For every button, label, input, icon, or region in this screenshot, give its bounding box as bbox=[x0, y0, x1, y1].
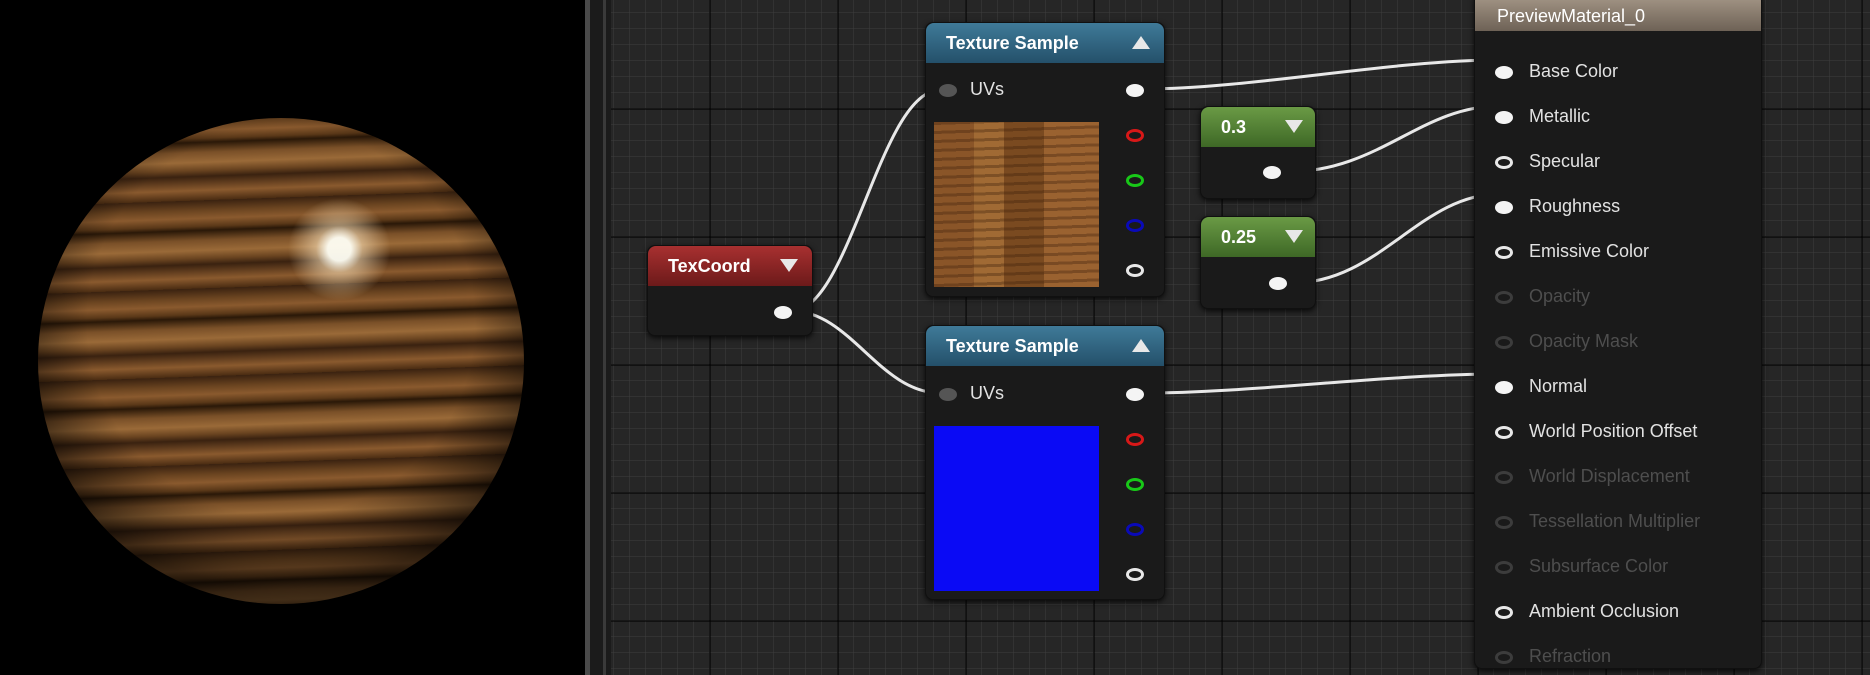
normal-texture-thumbnail bbox=[934, 426, 1099, 591]
material-input-pin[interactable] bbox=[1495, 246, 1513, 259]
rgb-output-pin[interactable] bbox=[1126, 84, 1144, 97]
node-header[interactable]: Texture Sample bbox=[926, 23, 1164, 63]
material-input-label: Roughness bbox=[1529, 196, 1621, 216]
material-input-label: Tessellation Multiplier bbox=[1529, 511, 1701, 531]
material-input-label: Subsurface Color bbox=[1529, 556, 1669, 576]
material-input-label: Metallic bbox=[1529, 106, 1591, 126]
material-input-label: Base Color bbox=[1529, 61, 1619, 81]
material-input-label: World Position Offset bbox=[1529, 421, 1698, 441]
texcoord-output-pin[interactable] bbox=[774, 306, 792, 319]
wood-texture-thumbnail bbox=[934, 122, 1099, 287]
material-input-label: Ambient Occlusion bbox=[1529, 601, 1680, 621]
material-input-pin[interactable] bbox=[1495, 606, 1513, 619]
node-header[interactable]: 0.3 bbox=[1201, 107, 1315, 147]
constant-value: 0.25 bbox=[1221, 227, 1257, 247]
texcoord-node[interactable]: TexCoord bbox=[647, 245, 813, 336]
material-input-pin[interactable] bbox=[1495, 66, 1513, 79]
node-title: TexCoord bbox=[668, 256, 751, 276]
constant-node-0.25[interactable]: 0.25 bbox=[1200, 216, 1316, 309]
alpha-output-pin[interactable] bbox=[1126, 264, 1144, 277]
collapse-arrow-icon[interactable] bbox=[1132, 36, 1150, 49]
constant-node-0.3[interactable]: 0.3 bbox=[1200, 106, 1316, 199]
material-input-pin[interactable] bbox=[1495, 111, 1513, 124]
material-input-pin bbox=[1495, 561, 1513, 574]
green-output-pin[interactable] bbox=[1126, 478, 1144, 491]
texture-sample-node-2[interactable]: Texture Sample UVs bbox=[925, 325, 1165, 600]
uvs-label: UVs bbox=[970, 79, 1005, 99]
uvs-label: UVs bbox=[970, 383, 1005, 403]
blue-output-pin[interactable] bbox=[1126, 219, 1144, 232]
material-input-label: Specular bbox=[1529, 151, 1601, 171]
uvs-input-pin[interactable] bbox=[939, 388, 957, 401]
panel-splitter[interactable] bbox=[585, 0, 611, 675]
red-output-pin[interactable] bbox=[1126, 129, 1144, 142]
node-title: PreviewMaterial_0 bbox=[1497, 6, 1646, 26]
material-input-label: World Displacement bbox=[1529, 466, 1690, 486]
constant-output-pin[interactable] bbox=[1263, 166, 1281, 179]
material-input-pin[interactable] bbox=[1495, 156, 1513, 169]
material-input-pin[interactable] bbox=[1495, 426, 1513, 439]
material-input-label: Refraction bbox=[1529, 646, 1612, 666]
material-preview-viewport[interactable] bbox=[0, 0, 585, 675]
node-header[interactable]: PreviewMaterial_0 bbox=[1475, 0, 1761, 31]
node-header[interactable]: TexCoord bbox=[648, 246, 812, 286]
splitter-line bbox=[603, 0, 606, 675]
expand-arrow-icon[interactable] bbox=[1285, 120, 1303, 133]
material-input-label: Opacity bbox=[1529, 286, 1591, 306]
material-input-pin bbox=[1495, 336, 1513, 349]
node-header[interactable]: Texture Sample bbox=[926, 326, 1164, 366]
alpha-output-pin[interactable] bbox=[1126, 568, 1144, 581]
material-input-pin[interactable] bbox=[1495, 201, 1513, 214]
red-output-pin[interactable] bbox=[1126, 433, 1144, 446]
material-input-label: Emissive Color bbox=[1529, 241, 1650, 261]
constant-value: 0.3 bbox=[1221, 117, 1247, 137]
material-input-label: Normal bbox=[1529, 376, 1588, 396]
preview-sphere bbox=[38, 118, 524, 604]
material-input-label: Opacity Mask bbox=[1529, 331, 1639, 351]
material-input-pin bbox=[1495, 516, 1513, 529]
material-input-pin[interactable] bbox=[1495, 381, 1513, 394]
constant-output-pin[interactable] bbox=[1269, 277, 1287, 290]
material-result-node[interactable]: PreviewMaterial_0 Base Color Metallic Spec… bbox=[1474, 0, 1762, 669]
expand-arrow-icon[interactable] bbox=[780, 259, 798, 272]
node-title: Texture Sample bbox=[946, 336, 1079, 356]
node-header[interactable]: 0.25 bbox=[1201, 217, 1315, 257]
expand-arrow-icon[interactable] bbox=[1285, 230, 1303, 243]
node-title: Texture Sample bbox=[946, 33, 1079, 53]
collapse-arrow-icon[interactable] bbox=[1132, 339, 1150, 352]
splitter-edge bbox=[585, 0, 590, 675]
rgb-output-pin[interactable] bbox=[1126, 388, 1144, 401]
material-input-pin bbox=[1495, 471, 1513, 484]
texture-sample-node-1[interactable]: Texture Sample UVs bbox=[925, 22, 1165, 297]
blue-output-pin[interactable] bbox=[1126, 523, 1144, 536]
material-input-pin bbox=[1495, 291, 1513, 304]
green-output-pin[interactable] bbox=[1126, 174, 1144, 187]
material-input-pin bbox=[1495, 651, 1513, 664]
uvs-input-pin[interactable] bbox=[939, 84, 957, 97]
